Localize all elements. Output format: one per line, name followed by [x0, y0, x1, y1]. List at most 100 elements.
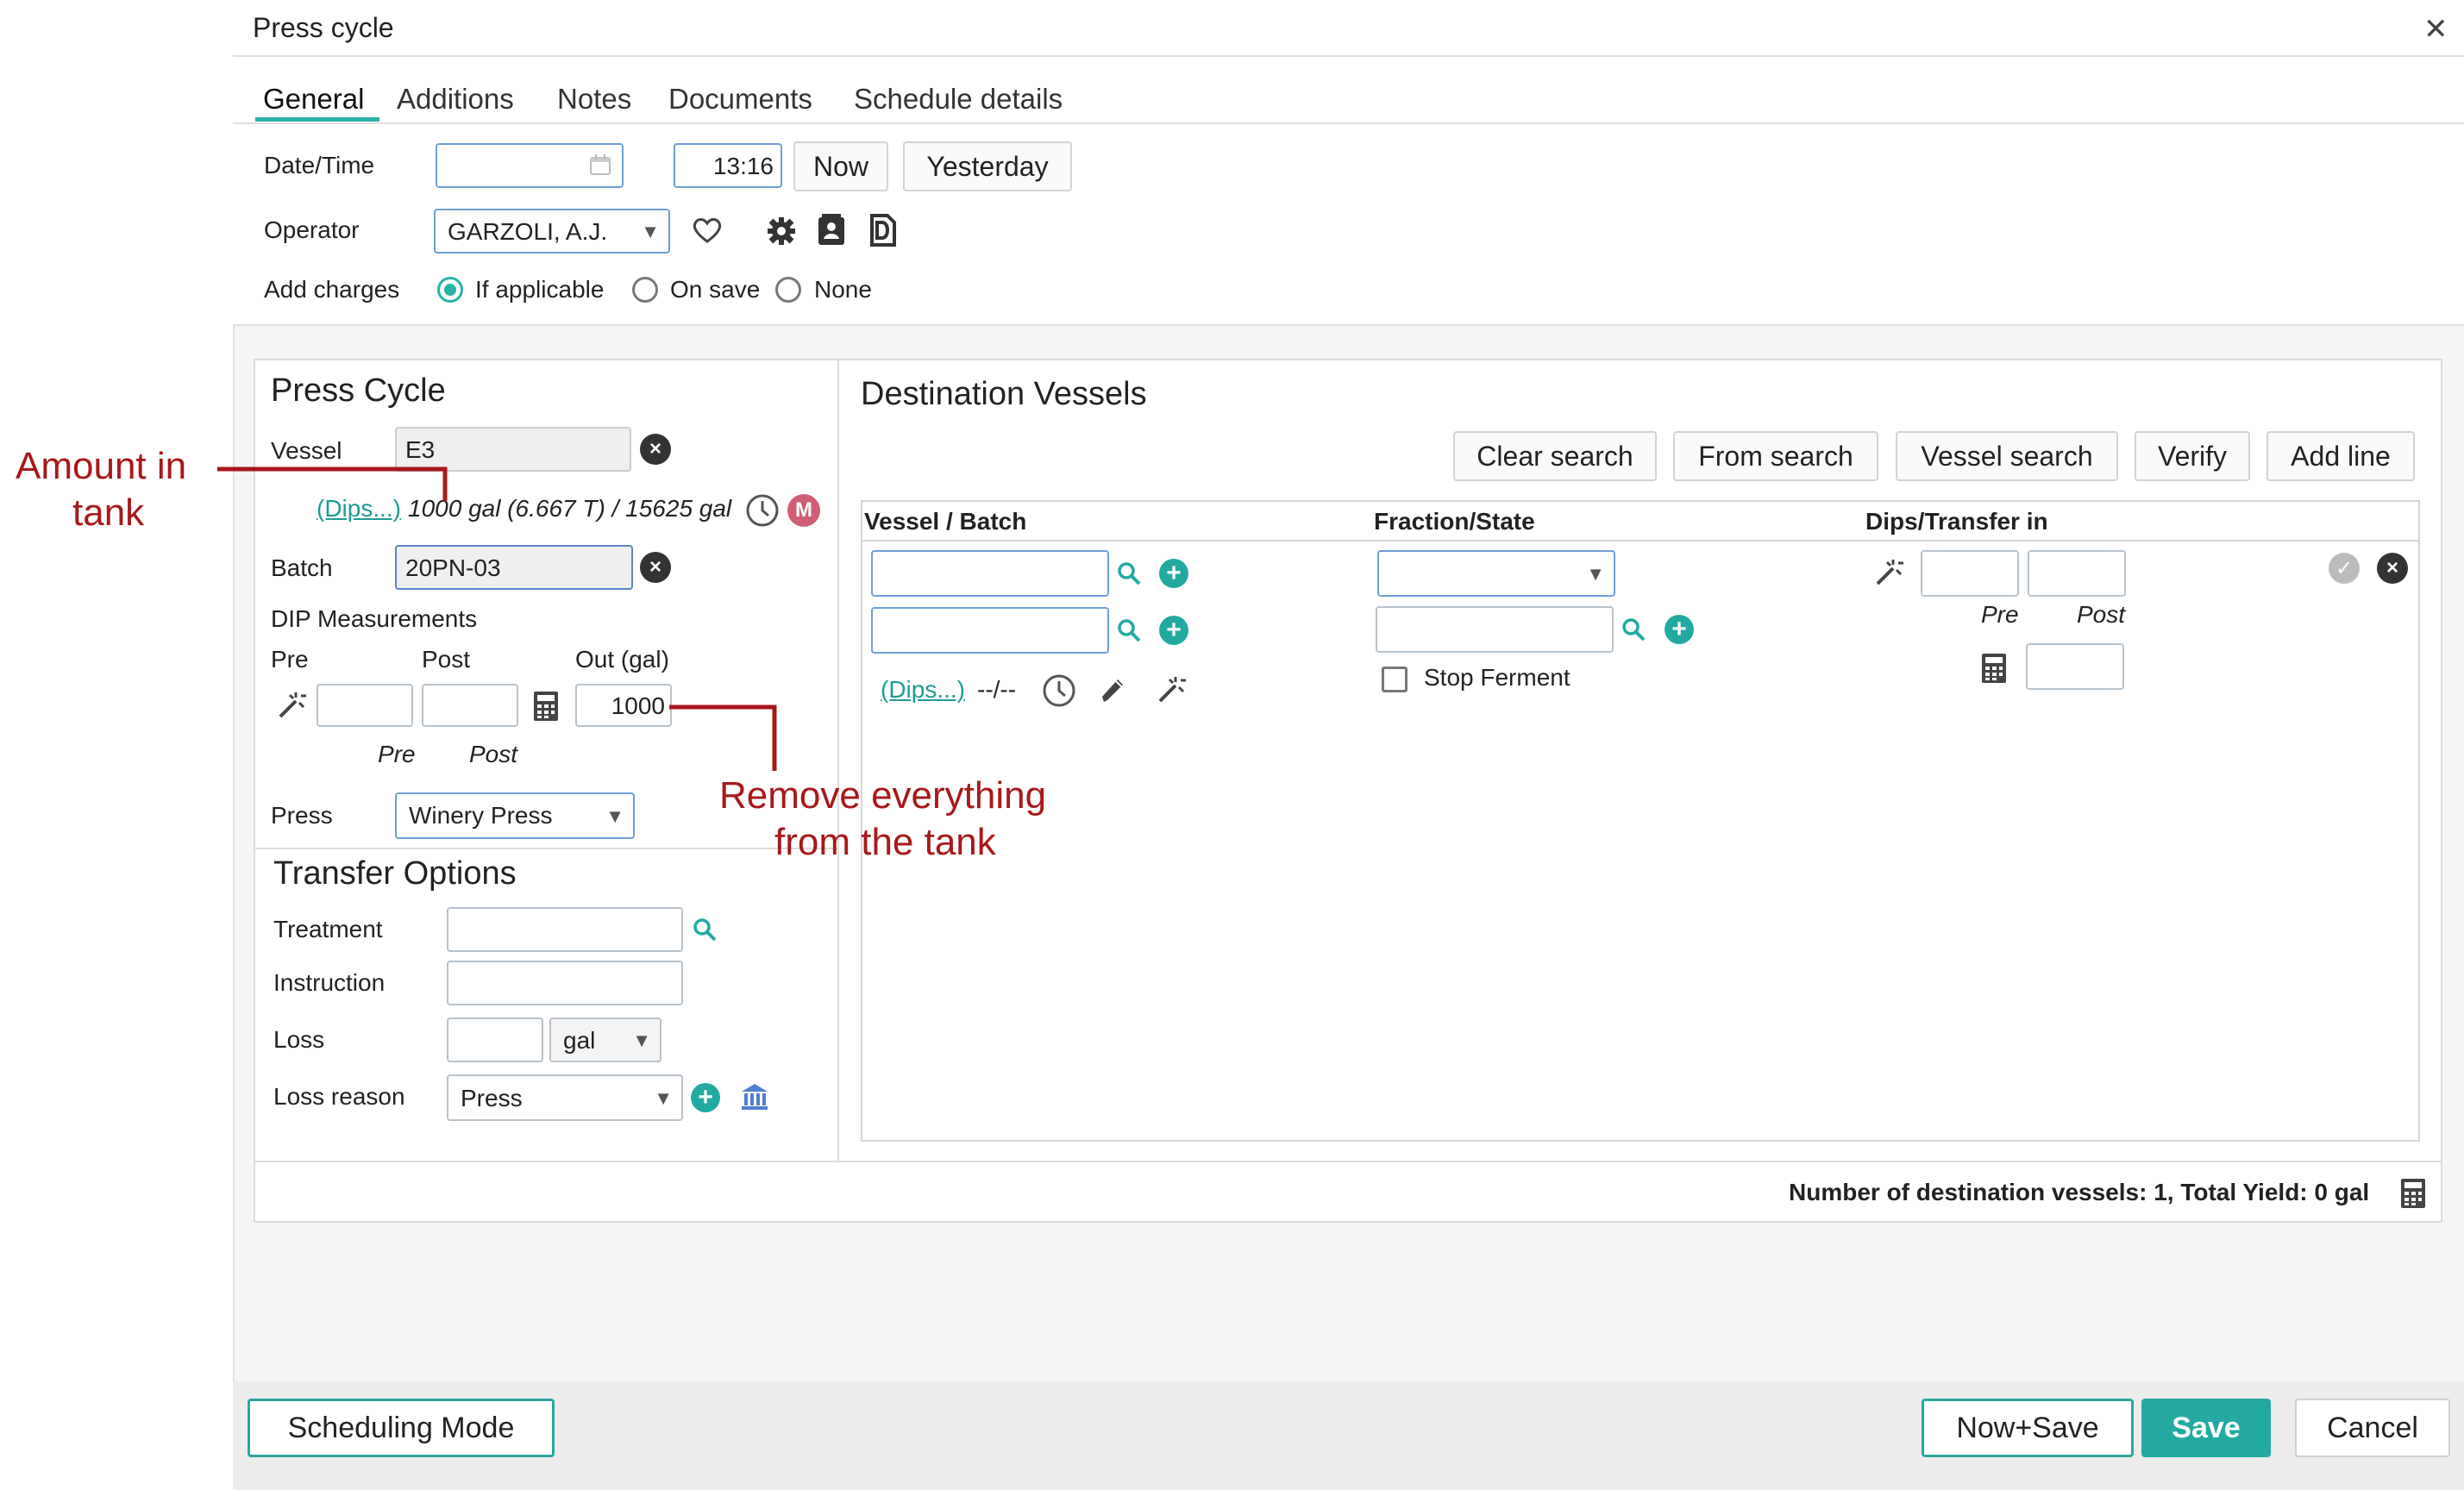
date-input[interactable] — [436, 143, 624, 188]
dialog-title: Press cycle — [253, 12, 394, 43]
stop-ferment-checkbox[interactable] — [1382, 667, 1408, 692]
summary-divider — [255, 1161, 2441, 1162]
magic-wand-icon[interactable] — [1156, 674, 1187, 705]
instruction-input[interactable] — [447, 961, 683, 1005]
search-icon[interactable] — [1114, 559, 1144, 588]
document-icon[interactable] — [866, 212, 900, 248]
instruction-label: Instruction — [273, 969, 386, 996]
cancel-button[interactable]: Cancel — [2295, 1399, 2450, 1457]
loss-input[interactable] — [447, 1017, 543, 1062]
dest-post-input[interactable] — [2028, 550, 2126, 597]
verify-button[interactable]: Verify — [2135, 431, 2250, 481]
bank-icon[interactable] — [739, 1081, 770, 1112]
tab-documents[interactable]: Documents — [668, 83, 812, 116]
now-save-button[interactable]: Now+Save — [1922, 1399, 2134, 1457]
column-fraction-state: Fraction/State — [1374, 508, 1535, 535]
dip-out-label: Out (gal) — [575, 646, 669, 673]
press-cycle-title: Press Cycle — [271, 372, 446, 409]
search-icon[interactable] — [1619, 615, 1648, 644]
annotation-remove-arrow — [669, 704, 777, 771]
dip-pre-label: Pre — [271, 646, 309, 673]
tab-general[interactable]: General — [263, 83, 364, 116]
summary-text: Number of destination vessels: 1, Total … — [1789, 1179, 2370, 1205]
dip-pre-sub-label: Pre — [378, 741, 416, 767]
operator-select[interactable]: GARZOLI, A.J. ▼ — [434, 209, 670, 254]
yesterday-button[interactable]: Yesterday — [903, 141, 1072, 191]
dest-pre-sub-label: Pre — [1981, 601, 2019, 628]
dest-batch-input[interactable] — [871, 607, 1109, 654]
transfer-options-title: Transfer Options — [273, 855, 517, 892]
dip-out-input[interactable]: 1000 — [575, 684, 672, 727]
clear-vessel-icon[interactable]: × — [640, 434, 671, 465]
add-line-button[interactable]: Add line — [2267, 431, 2415, 481]
favorite-heart-icon[interactable] — [690, 213, 724, 247]
search-icon[interactable] — [690, 915, 719, 944]
dest-dips-value: --/-- — [977, 676, 1017, 703]
calculator-icon[interactable] — [2398, 1176, 2429, 1211]
tab-notes[interactable]: Notes — [557, 83, 631, 116]
loss-reason-label: Loss reason — [273, 1083, 405, 1110]
dest-transfer-input[interactable] — [2026, 643, 2124, 690]
dip-post-label: Post — [422, 646, 471, 673]
magic-wand-icon[interactable] — [276, 690, 307, 721]
chevron-down-icon: ▼ — [605, 805, 624, 827]
add-batch-icon[interactable]: + — [1159, 616, 1188, 645]
loss-reason-select[interactable]: Press ▼ — [447, 1074, 683, 1121]
search-icon[interactable] — [1114, 616, 1144, 645]
tab-schedule-details[interactable]: Schedule details — [854, 83, 1063, 116]
charges-radio-on-save[interactable] — [632, 277, 658, 303]
loss-unit-value: gal — [563, 1027, 596, 1054]
annotation-amount-line1: Amount in — [16, 445, 187, 487]
press-select[interactable]: Winery Press ▼ — [395, 792, 635, 839]
column-divider — [837, 360, 839, 1161]
scheduling-mode-button[interactable]: Scheduling Mode — [248, 1399, 555, 1457]
datetime-label: Date/Time — [264, 152, 375, 178]
dip-pre-input[interactable] — [317, 684, 413, 727]
dest-dips-link[interactable]: (Dips...) — [881, 676, 965, 704]
fraction-select[interactable]: ▼ — [1377, 550, 1615, 597]
column-dips-transfer-in: Dips/Transfer in — [1865, 508, 2048, 535]
column-vessel-batch: Vessel / Batch — [864, 508, 1027, 535]
remove-line-icon[interactable]: × — [2377, 553, 2408, 584]
dest-pre-input[interactable] — [1921, 550, 2019, 597]
gear-icon[interactable] — [764, 214, 799, 248]
calculator-icon[interactable] — [1978, 651, 2009, 686]
clear-batch-icon[interactable]: × — [640, 552, 671, 583]
vessel-search-button[interactable]: Vessel search — [1896, 431, 2118, 481]
from-search-button[interactable]: From search — [1673, 431, 1878, 481]
add-vessel-icon[interactable]: + — [1159, 559, 1188, 588]
loss-reason-value: Press — [461, 1085, 523, 1111]
tab-additions[interactable]: Additions — [397, 83, 514, 116]
pencil-icon[interactable] — [1097, 674, 1128, 705]
dip-post-input[interactable] — [422, 684, 518, 727]
calculator-icon[interactable] — [530, 689, 561, 723]
loss-unit-select[interactable]: gal ▼ — [549, 1017, 661, 1062]
loss-label: Loss — [273, 1026, 325, 1053]
contact-card-icon[interactable] — [814, 212, 849, 248]
treatment-input[interactable] — [447, 907, 683, 952]
dest-post-sub-label: Post — [2077, 601, 2126, 628]
close-icon[interactable]: ✕ — [2423, 12, 2448, 47]
batch-input[interactable]: 20PN-03 — [395, 545, 633, 590]
m-badge-icon[interactable]: M — [787, 494, 820, 527]
add-state-icon[interactable]: + — [1665, 615, 1694, 644]
save-button[interactable]: Save — [2141, 1399, 2271, 1457]
press-label: Press — [271, 802, 333, 829]
clock-icon[interactable] — [1042, 673, 1076, 708]
clear-search-button[interactable]: Clear search — [1453, 431, 1657, 481]
magic-wand-icon[interactable] — [1873, 557, 1904, 588]
time-input[interactable]: 13:16 — [674, 143, 782, 188]
tab-general-underline — [255, 117, 379, 122]
charges-option-none: None — [814, 276, 872, 303]
add-loss-reason-icon[interactable]: + — [691, 1083, 720, 1112]
charges-radio-if-applicable[interactable] — [437, 277, 463, 303]
calendar-icon[interactable] — [589, 153, 611, 176]
dest-vessel-input[interactable] — [871, 550, 1109, 597]
clock-icon[interactable] — [745, 493, 780, 528]
charges-radio-none[interactable] — [775, 277, 801, 303]
state-input[interactable] — [1376, 606, 1614, 653]
verify-check-icon[interactable]: ✓ — [2329, 553, 2360, 584]
now-button[interactable]: Now — [793, 141, 888, 191]
stop-ferment-label: Stop Ferment — [1424, 664, 1571, 691]
charges-option-on-save: On save — [670, 276, 761, 303]
